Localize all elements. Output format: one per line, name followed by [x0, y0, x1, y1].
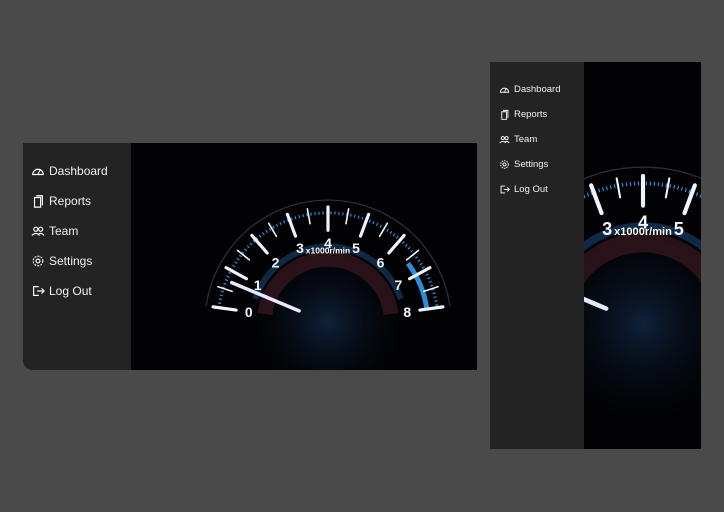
sidebar: Dashboard Reports Team Settings Log Out: [23, 143, 131, 370]
gauge-tick-label: 6: [377, 255, 385, 271]
sidebar-item-reports[interactable]: Reports: [490, 102, 584, 127]
gauge-tick-label: 3: [296, 240, 304, 256]
sidebar-item-settings[interactable]: Settings: [490, 152, 584, 177]
gauge-icon: [499, 84, 510, 95]
hero-image: 012345678x1000r/min: [584, 62, 701, 449]
sidebar-item-dashboard[interactable]: Dashboard: [23, 156, 131, 186]
gauge-unit-label: x1000r/min: [306, 245, 350, 255]
gauge-tick-label: 7: [394, 277, 402, 293]
gauge-major-tick: [418, 305, 445, 312]
logout-icon: [31, 284, 45, 298]
gauge-unit-label: x1000r/min: [614, 226, 672, 238]
sidebar-item-label: Dashboard: [49, 164, 108, 178]
gauge-minor-tick: [345, 208, 350, 225]
sidebar-item-logout[interactable]: Log Out: [23, 276, 131, 306]
sidebar-item-label: Reports: [49, 194, 92, 208]
sidebar-item-reports[interactable]: Reports: [23, 186, 131, 216]
sidebar-item-label: Log Out: [49, 284, 92, 298]
users-icon: [31, 224, 45, 238]
gauge-major-tick: [358, 212, 371, 238]
gauge-minor-tick: [217, 285, 233, 293]
speedometer-gauge: 012345678x1000r/min: [205, 199, 451, 370]
sidebar-item-logout[interactable]: Log Out: [490, 177, 584, 202]
sidebar-item-dashboard[interactable]: Dashboard: [490, 77, 584, 102]
speedometer-gauge: 012345678x1000r/min: [584, 166, 701, 435]
gauge-tick-label: 1: [254, 277, 262, 293]
sidebar-item-label: Team: [514, 134, 538, 145]
gauge-minor-tick: [664, 177, 671, 199]
gauge-minor-tick: [423, 285, 439, 293]
sidebar-item-label: Team: [49, 224, 79, 238]
gauge-major-tick: [211, 305, 238, 312]
gauge-minor-tick: [306, 208, 311, 225]
sidebar-item-label: Settings: [514, 159, 549, 170]
logout-icon: [499, 184, 510, 195]
gear-icon: [31, 254, 45, 268]
gauge-major-tick: [250, 233, 269, 255]
gauge-minor-tick: [615, 177, 622, 199]
gauge-icon: [31, 164, 45, 178]
gauge-tick-label: 0: [245, 304, 253, 320]
sidebar-item-label: Dashboard: [514, 84, 561, 95]
gauge-tick-label: 3: [602, 219, 612, 239]
gauge-tick-label: 8: [403, 304, 411, 320]
gauge-tick-label: 2: [272, 255, 280, 271]
users-icon: [499, 134, 510, 145]
wide-layout-preview: Dashboard Reports Team Settings Log Out …: [23, 143, 477, 370]
sidebar-item-settings[interactable]: Settings: [23, 246, 131, 276]
document-icon: [31, 194, 45, 208]
gauge-tick-label: 5: [352, 240, 360, 256]
sidebar-item-team[interactable]: Team: [23, 216, 131, 246]
gauge-tick-label: 5: [674, 219, 684, 239]
sidebar-item-label: Settings: [49, 254, 93, 268]
gauge-major-tick: [589, 183, 604, 216]
sidebar-item-label: Log Out: [514, 184, 548, 195]
gear-icon: [499, 159, 510, 170]
sidebar-item-team[interactable]: Team: [490, 127, 584, 152]
sidebar: Dashboard Reports Team Settings Log Out: [490, 62, 584, 449]
document-icon: [499, 109, 510, 120]
narrow-layout-preview: Dashboard Reports Team Settings Log Out …: [490, 62, 701, 449]
sidebar-item-label: Reports: [514, 109, 548, 120]
hero-image: 012345678x1000r/min: [131, 143, 477, 370]
